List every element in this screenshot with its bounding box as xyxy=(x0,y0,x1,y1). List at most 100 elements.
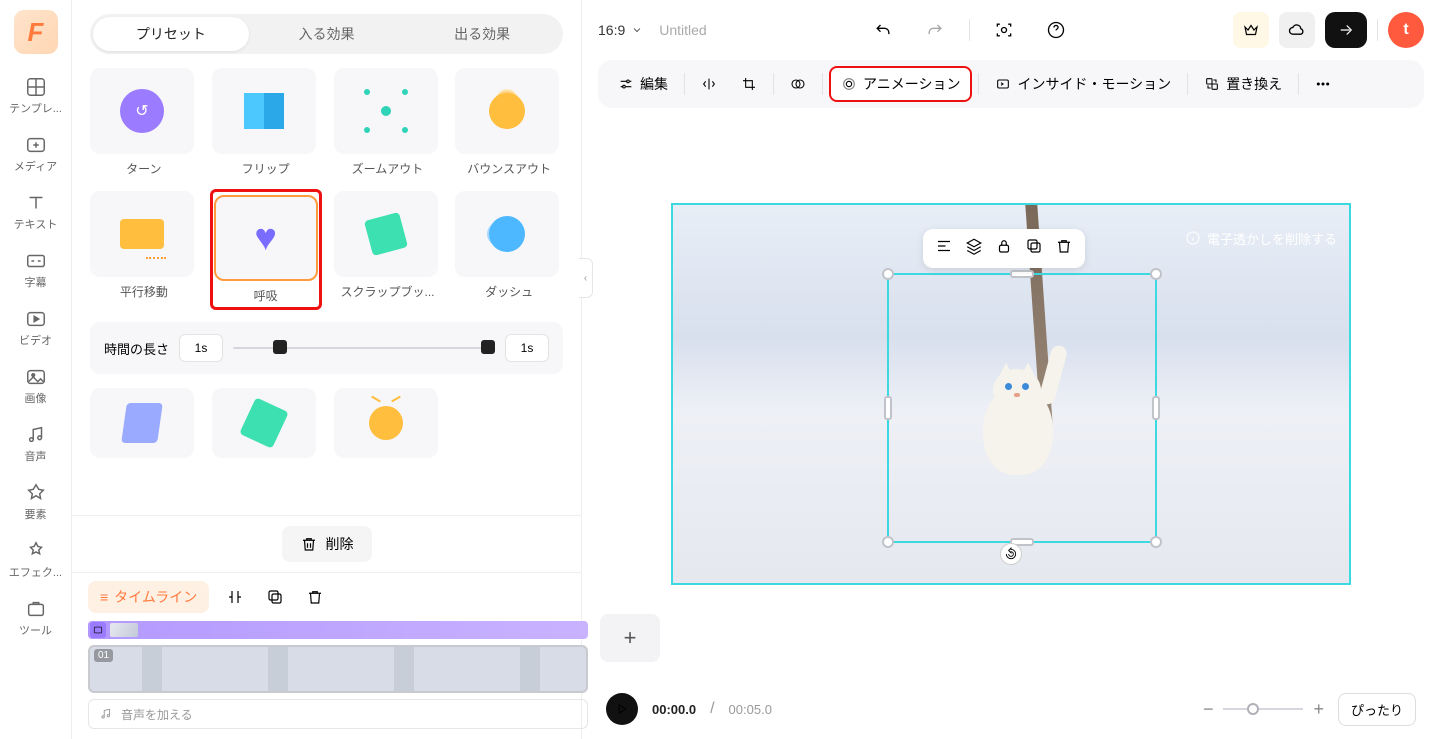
handle-se[interactable] xyxy=(1150,536,1162,548)
scan-button[interactable] xyxy=(986,12,1022,48)
undo-button[interactable] xyxy=(865,12,901,48)
nav-media[interactable]: メディア xyxy=(6,128,66,180)
handle-sw[interactable] xyxy=(882,536,894,548)
zoom-in-button[interactable]: + xyxy=(1313,699,1324,720)
zoom-slider[interactable] xyxy=(1223,708,1303,710)
app-logo[interactable]: F xyxy=(14,10,58,54)
trash-icon xyxy=(300,535,318,553)
timeline-tab[interactable]: ≡タイムライン xyxy=(88,581,209,613)
add-audio-track[interactable]: 音声を加える xyxy=(88,699,588,729)
time-current: 00:00.0 xyxy=(652,702,696,717)
duration-end-value[interactable]: 1s xyxy=(505,334,549,362)
info-icon xyxy=(1185,230,1201,246)
copy-icon[interactable] xyxy=(261,583,289,611)
tab-preset[interactable]: プリセット xyxy=(93,17,249,51)
clip-toolbar: 編集 アニメーション インサイド・モーション 置き換え xyxy=(598,60,1424,108)
nav-video[interactable]: ビデオ xyxy=(6,302,66,354)
rotate-handle[interactable] xyxy=(1000,543,1022,565)
handle-n[interactable] xyxy=(1010,270,1034,278)
redo-button[interactable] xyxy=(917,12,953,48)
preset-pan[interactable]: 平行移動 xyxy=(90,191,198,308)
music-note-icon xyxy=(99,707,113,721)
video-track[interactable]: 01 xyxy=(88,645,588,693)
sliders-icon xyxy=(618,76,634,92)
aspect-ratio-selector[interactable]: 16:9 xyxy=(598,22,643,38)
nav-templates[interactable]: テンプレ... xyxy=(6,70,66,122)
delete-button[interactable]: 削除 xyxy=(282,526,372,562)
effect-tabs: プリセット 入る効果 出る効果 xyxy=(90,14,563,54)
flip-icon xyxy=(701,76,717,92)
play-button[interactable] xyxy=(606,693,638,725)
nav-elements[interactable]: 要素 xyxy=(6,476,66,528)
edit-button[interactable]: 編集 xyxy=(608,68,678,100)
handle-e[interactable] xyxy=(1152,396,1160,420)
preset-extra-3[interactable] xyxy=(334,388,442,458)
mask-button[interactable] xyxy=(780,70,816,98)
delete-track-icon[interactable] xyxy=(301,583,329,611)
fit-button[interactable]: ぴったり xyxy=(1338,693,1416,726)
nav-effects[interactable]: エフェク... xyxy=(6,534,66,586)
layer-icon[interactable] xyxy=(965,237,983,260)
inside-motion-button[interactable]: インサイド・モーション xyxy=(985,68,1181,100)
preset-scrapbook[interactable]: スクラップブッ... xyxy=(334,191,442,308)
time-total: 00:05.0 xyxy=(729,702,772,717)
preset-turn[interactable]: ↺ターン xyxy=(90,68,198,177)
dots-icon xyxy=(1315,76,1331,92)
handle-ne[interactable] xyxy=(1150,268,1162,280)
nav-image[interactable]: 画像 xyxy=(6,360,66,412)
player-bar: 00:00.0 / 00:05.0 − + ぴったり xyxy=(582,679,1440,739)
flip-button[interactable] xyxy=(691,70,727,98)
animation-panel: プリセット 入る効果 出る効果 ↺ターン フリップ ズームアウト バウンスアウト… xyxy=(72,0,582,739)
cloud-button[interactable] xyxy=(1279,12,1315,48)
zoom-out-button[interactable]: − xyxy=(1203,699,1214,720)
nav-subtitles[interactable]: 字幕 xyxy=(6,244,66,296)
editor-main: 16:9 Untitled t 編集 アニメーション インサイド・モーション 置… xyxy=(582,0,1440,739)
overlay-track[interactable] xyxy=(88,621,588,639)
duration-start-value[interactable]: 1s xyxy=(179,334,223,362)
preset-extra-1[interactable] xyxy=(90,388,198,458)
replace-icon xyxy=(1204,76,1220,92)
duplicate-icon[interactable] xyxy=(1025,237,1043,260)
nav-tools[interactable]: ツール xyxy=(6,592,66,644)
tab-enter[interactable]: 入る効果 xyxy=(249,17,405,51)
split-icon[interactable] xyxy=(221,583,249,611)
preset-bounce-out[interactable]: バウンスアウト xyxy=(455,68,563,177)
align-icon[interactable] xyxy=(935,237,953,260)
remove-watermark-chip[interactable]: 電子透かしを削除する xyxy=(1185,229,1337,248)
overlap-icon xyxy=(790,76,806,92)
handle-nw[interactable] xyxy=(882,268,894,280)
canvas-float-toolbar xyxy=(923,229,1085,268)
premium-button[interactable] xyxy=(1233,12,1269,48)
handle-w[interactable] xyxy=(884,396,892,420)
preset-zoom-out[interactable]: ズームアウト xyxy=(334,68,442,177)
duration-control: 時間の長さ 1s 1s xyxy=(90,322,563,374)
duration-label: 時間の長さ xyxy=(104,339,169,358)
nav-audio[interactable]: 音声 xyxy=(6,418,66,470)
zoom-control: − + xyxy=(1203,699,1324,720)
add-clip-button[interactable]: + xyxy=(600,614,660,662)
preset-breath[interactable]: ♥呼吸 xyxy=(212,191,320,308)
preset-dash[interactable]: ダッシュ xyxy=(455,191,563,308)
selection-box[interactable] xyxy=(887,273,1157,543)
delete-canvas-icon[interactable] xyxy=(1055,237,1073,260)
user-avatar[interactable]: t xyxy=(1388,12,1424,48)
nav-text[interactable]: テキスト xyxy=(6,186,66,238)
crop-button[interactable] xyxy=(731,70,767,98)
project-title[interactable]: Untitled xyxy=(659,22,706,38)
help-button[interactable] xyxy=(1038,12,1074,48)
lock-icon[interactable] xyxy=(995,237,1013,260)
more-button[interactable] xyxy=(1305,70,1341,98)
replace-button[interactable]: 置き換え xyxy=(1194,68,1292,100)
canvas[interactable]: 電子透かしを削除する xyxy=(671,203,1351,585)
tab-exit[interactable]: 出る効果 xyxy=(404,17,560,51)
animation-button[interactable]: アニメーション xyxy=(829,66,972,102)
crop-icon xyxy=(741,76,757,92)
export-button[interactable] xyxy=(1325,12,1367,48)
chevron-down-icon xyxy=(631,24,643,36)
title-bar: 16:9 Untitled t xyxy=(582,0,1440,60)
panel-collapse-handle[interactable]: ‹ xyxy=(579,258,593,298)
preset-extra-2[interactable] xyxy=(212,388,320,458)
preset-flip[interactable]: フリップ xyxy=(212,68,320,177)
duration-slider[interactable] xyxy=(233,339,495,357)
motion-icon xyxy=(995,76,1011,92)
